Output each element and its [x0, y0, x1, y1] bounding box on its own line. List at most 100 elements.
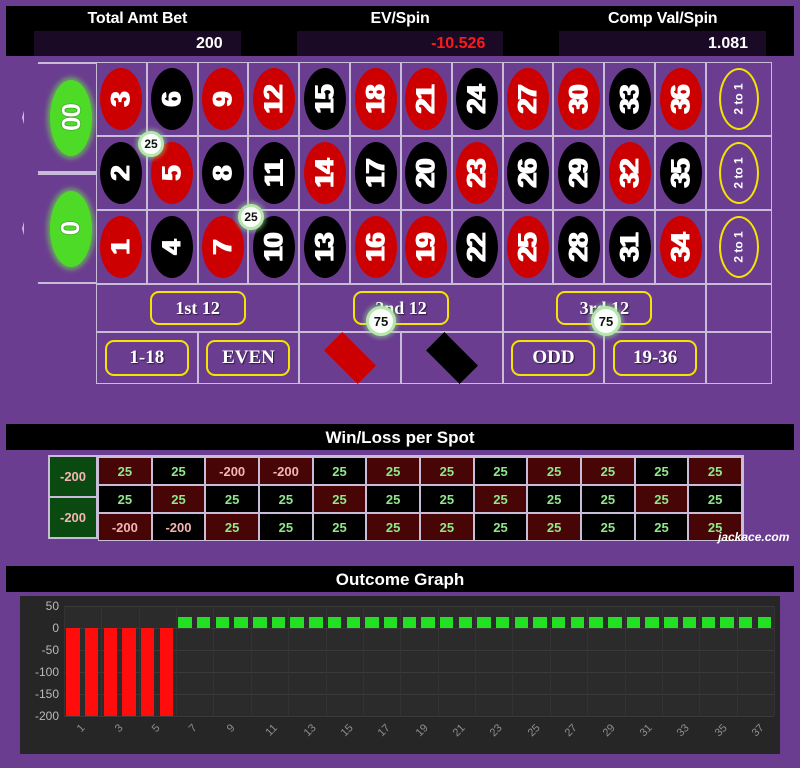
bet-spot-21[interactable]: 21 [400, 62, 452, 136]
dozens-filler [706, 284, 772, 332]
x-axis-tick-label: 33 [674, 722, 692, 740]
bet-spot-15[interactable]: 15 [299, 62, 351, 136]
chart-bar [66, 628, 80, 716]
chart-bar [84, 628, 99, 716]
bet-spot-27[interactable]: 27 [502, 62, 554, 136]
stat-value: 200 [34, 31, 241, 56]
number-label: 12 [258, 84, 289, 114]
bet-spot-13[interactable]: 13 [299, 210, 351, 284]
win-loss-cell: 25 [259, 485, 313, 513]
bet-spot-column-3[interactable]: 2 to 1 [706, 210, 772, 284]
bet-spot-14[interactable]: 14 [299, 136, 351, 210]
bet-spot-1-18[interactable]: 1-18 [96, 332, 198, 384]
chart-bar [533, 617, 547, 628]
number-label: 27 [512, 84, 543, 114]
bet-spot-28[interactable]: 28 [553, 210, 605, 284]
number-oval: 26 [507, 142, 550, 204]
outside-bet-label: ODD [511, 340, 596, 376]
bet-spot-dozen-2[interactable]: 2nd 12 [299, 284, 503, 332]
bet-spot-9[interactable]: 9 [197, 62, 249, 136]
zero-label: 0 [55, 221, 86, 236]
number-oval: 18 [354, 68, 397, 130]
bet-spot-33[interactable]: 33 [604, 62, 656, 136]
x-axis-tick-label: 3 [112, 722, 126, 735]
number-oval: 12 [252, 68, 295, 130]
bet-spot-dozen-1[interactable]: 1st 12 [96, 284, 300, 332]
chart-bar [570, 617, 585, 628]
win-loss-cell: 25 [205, 513, 259, 541]
number-label: 11 [258, 159, 289, 187]
x-axis-tick-label: 9 [224, 722, 238, 735]
outcome-plot: 50 0 -50 -100 -150 -200 1 3 5 7 9 11 13 15 17 19 21 23 25 2… [20, 596, 780, 754]
bet-spot-24[interactable]: 24 [451, 62, 503, 136]
bet-spot-black[interactable] [400, 332, 503, 384]
bet-spot-12[interactable]: 12 [248, 62, 300, 136]
gridline-vertical [512, 606, 514, 716]
bet-spot-18[interactable]: 18 [350, 62, 401, 136]
bet-spot-3[interactable]: 3 [96, 62, 147, 136]
roulette-table: 00 0 3 6 9 12 15 18 21 24 27 30 33 36 2 5 8 11 14 17 20 23 2… [0, 58, 800, 398]
x-axis-tick-label: 37 [749, 722, 767, 740]
bet-spot-19-36[interactable]: 19-36 [604, 332, 706, 384]
bet-spot-odd[interactable]: ODD [502, 332, 605, 384]
number-oval: 23 [456, 142, 499, 204]
bet-spot-00[interactable]: 00 [22, 62, 96, 173]
bet-spot-red[interactable] [299, 332, 401, 384]
outside-bets: 1-18 EVEN ODD 19-36 [96, 332, 706, 384]
chart-bar [215, 617, 230, 628]
chip-2nd-12[interactable]: 75 [366, 306, 396, 336]
bet-spot-25[interactable]: 25 [502, 210, 554, 284]
number-label: 31 [614, 232, 645, 262]
number-oval: 30 [557, 68, 600, 130]
bet-spot-11[interactable]: 11 [248, 136, 300, 210]
column-bet-oval: 2 to 1 [719, 68, 759, 130]
win-loss-zero-column: -200 -200 [48, 455, 98, 539]
bet-spot-30[interactable]: 30 [553, 62, 605, 136]
gridline-vertical [736, 606, 738, 716]
bet-spot-22[interactable]: 22 [451, 210, 503, 284]
chip-corner-2-3-5-6[interactable]: 25 [138, 131, 164, 157]
bet-spot-column-1[interactable]: 2 to 1 [706, 62, 772, 136]
bet-spot-4[interactable]: 4 [146, 210, 198, 284]
stats-bar: Total Amt Bet 200 EV/Spin -10.526 Comp V… [6, 6, 794, 56]
chip-corner-8-11-9-12[interactable]: 25 [238, 204, 264, 230]
bet-spot-32[interactable]: 32 [604, 136, 656, 210]
chart-bar [701, 617, 715, 628]
y-axis-tick-label: 50 [45, 599, 59, 613]
bet-spot-35[interactable]: 35 [655, 136, 706, 210]
bet-spot-36[interactable]: 36 [655, 62, 706, 136]
bet-spot-even[interactable]: EVEN [197, 332, 300, 384]
win-loss-cell-00: -200 [50, 457, 96, 498]
number-label: 34 [665, 232, 696, 262]
bet-spot-6[interactable]: 6 [146, 62, 198, 136]
bet-spot-8[interactable]: 8 [197, 136, 249, 210]
bet-spot-16[interactable]: 16 [350, 210, 401, 284]
bet-spot-0[interactable]: 0 [22, 173, 96, 284]
bet-spot-20[interactable]: 20 [400, 136, 452, 210]
bet-spot-1[interactable]: 1 [96, 210, 147, 284]
bet-spot-26[interactable]: 26 [502, 136, 554, 210]
chip-3rd-12[interactable]: 75 [591, 306, 621, 336]
gridline-vertical [213, 606, 215, 716]
zero-oval: 00 [50, 79, 92, 156]
number-label: 1 [105, 239, 136, 255]
number-label: 13 [309, 232, 340, 262]
bet-spot-29[interactable]: 29 [553, 136, 605, 210]
bet-spot-19[interactable]: 19 [400, 210, 452, 284]
chart-bar [103, 628, 118, 716]
chart-bar [495, 617, 510, 628]
x-axis-tick-label: 5 [149, 722, 163, 735]
number-oval: 27 [507, 68, 550, 130]
bet-spot-column-2[interactable]: 2 to 1 [706, 136, 772, 210]
number-label: 18 [360, 84, 391, 114]
number-oval: 32 [608, 142, 651, 204]
number-label: 21 [410, 84, 441, 114]
gridline [64, 606, 774, 607]
number-label: 24 [461, 84, 492, 114]
win-loss-cell: 25 [420, 485, 474, 513]
bet-spot-17[interactable]: 17 [350, 136, 401, 210]
bet-spot-23[interactable]: 23 [451, 136, 503, 210]
zero-oval: 0 [50, 190, 92, 267]
bet-spot-31[interactable]: 31 [604, 210, 656, 284]
bet-spot-34[interactable]: 34 [655, 210, 706, 284]
